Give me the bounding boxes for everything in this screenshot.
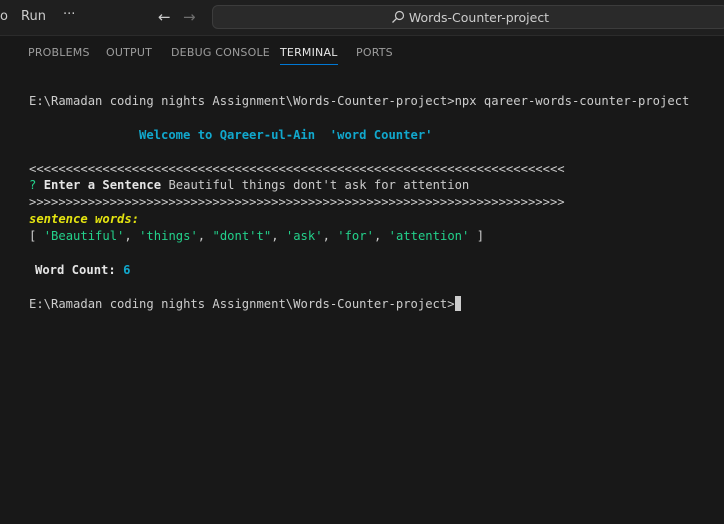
question-line: ? Enter a Sentence Beautiful things dont… [29, 177, 469, 193]
word-item: 'attention' [388, 229, 470, 243]
word-item: "dont't" [212, 229, 272, 243]
prompt-line: E:\Ramadan coding nights Assignment\Word… [29, 296, 461, 312]
command-center-search[interactable]: Words-Counter-project [212, 5, 724, 29]
tab-ports[interactable]: PORTS [356, 46, 393, 59]
tab-output[interactable]: OUTPUT [106, 46, 152, 59]
menu-run[interactable]: Run [21, 9, 46, 24]
command-line: E:\Ramadan coding nights Assignment\Word… [29, 94, 690, 108]
divider-top: <<<<<<<<<<<<<<<<<<<<<<<<<<<<<<<<<<<<<<<<… [29, 162, 565, 176]
word-count-line: Word Count: 6 [35, 262, 130, 278]
search-label: Words-Counter-project [408, 9, 550, 25]
prompt-text: E:\Ramadan coding nights Assignment\Word… [29, 297, 455, 311]
sentence-words-label: sentence words: [29, 212, 140, 226]
terminal-output[interactable]: E:\Ramadan coding nights Assignment\Word… [0, 70, 724, 524]
title-bar: o Run ··· ← → Words-Counter-project [0, 0, 724, 36]
welcome-message: Welcome to Qareer-ul-Ain 'word Counter' [139, 128, 433, 142]
forward-arrow-icon[interactable]: → [183, 8, 196, 26]
question-mark-icon: ? [29, 178, 37, 192]
answer-text: Beautiful things dont't ask for attentio… [168, 178, 470, 192]
back-arrow-icon[interactable]: ← [158, 8, 171, 26]
word-item: 'ask' [285, 229, 323, 243]
tab-problems[interactable]: PROBLEMS [28, 46, 90, 59]
word-item: 'Beautiful' [43, 229, 125, 243]
tab-terminal[interactable]: TERMINAL [280, 46, 338, 65]
panel-tab-bar: PROBLEMS OUTPUT DEBUG CONSOLE TERMINAL P… [0, 36, 724, 70]
menu-item-partial[interactable]: o [0, 9, 8, 24]
bracket-open: [ [29, 229, 37, 243]
word-item: 'for' [337, 229, 374, 243]
bracket-close: ] [476, 229, 485, 243]
divider-bottom: >>>>>>>>>>>>>>>>>>>>>>>>>>>>>>>>>>>>>>>>… [29, 195, 565, 209]
words-array: [ 'Beautiful', 'things', "dont't", 'ask'… [29, 229, 485, 243]
word-count-value: 6 [123, 263, 131, 277]
word-item: 'things' [139, 229, 198, 243]
more-menu-icon[interactable]: ··· [63, 7, 75, 22]
terminal-cursor [454, 296, 461, 311]
search-icon [391, 10, 404, 23]
tab-debug-console[interactable]: DEBUG CONSOLE [171, 46, 270, 59]
word-count-label: Word Count: [35, 263, 116, 277]
question-label: Enter a Sentence [43, 178, 162, 192]
